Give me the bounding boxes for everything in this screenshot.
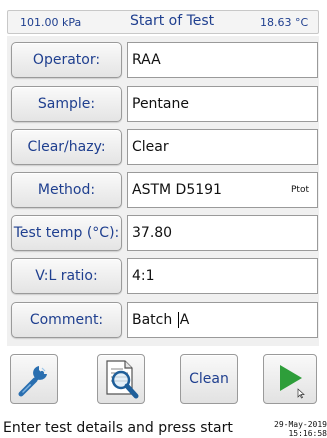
comment-button[interactable]: Comment:: [11, 302, 122, 338]
comment-row: Comment: Batch A: [7, 302, 319, 342]
page-title: Start of Test: [130, 13, 215, 29]
sample-button[interactable]: Sample:: [11, 86, 122, 122]
comment-field[interactable]: Batch A: [127, 302, 318, 338]
comment-value-start: Batch: [132, 312, 177, 328]
report-button[interactable]: [97, 354, 145, 404]
temperature-readout: 18.63 °C: [260, 16, 309, 29]
start-button[interactable]: [263, 354, 317, 404]
method-suffix: Ptot: [291, 185, 309, 195]
clear-hazy-button[interactable]: Clear/hazy:: [11, 129, 122, 165]
vl-ratio-button[interactable]: V:L ratio:: [11, 258, 122, 294]
vl-ratio-field[interactable]: 4:1: [127, 258, 318, 294]
method-row: Method: ASTM D5191 Ptot: [7, 172, 319, 212]
clear-hazy-row: Clear/hazy: Clear: [7, 129, 319, 169]
datetime-readout: 29-May-2019 15:16:58: [269, 420, 327, 438]
method-field[interactable]: ASTM D5191 Ptot: [127, 172, 318, 208]
status-message: Enter test details and press start: [3, 420, 233, 436]
pressure-readout: 101.00 kPa: [20, 16, 82, 29]
comment-value-end: A: [179, 312, 190, 328]
settings-button[interactable]: [10, 354, 58, 404]
date-readout: 29-May-2019: [274, 420, 327, 429]
document-search-icon: [106, 360, 139, 399]
operator-button[interactable]: Operator:: [11, 42, 122, 78]
sample-field[interactable]: Pentane: [127, 86, 318, 122]
app-window: 101.00 kPa Start of Test 18.63 °C Operat…: [0, 0, 327, 438]
text-cursor: [177, 312, 179, 328]
test-temp-row: Test temp (°C): 37.80: [7, 215, 319, 255]
play-icon: [280, 365, 305, 399]
time-readout: 15:16:58: [288, 429, 327, 438]
header-bar: 101.00 kPa Start of Test 18.63 °C: [7, 10, 319, 34]
clean-button[interactable]: Clean: [180, 354, 238, 404]
operator-field[interactable]: RAA: [127, 42, 318, 78]
wrench-icon: [18, 366, 47, 397]
test-temp-button[interactable]: Test temp (°C):: [11, 215, 122, 251]
vl-ratio-row: V:L ratio: 4:1: [7, 258, 319, 298]
test-temp-field[interactable]: 37.80: [127, 215, 318, 251]
mouse-pointer-icon: [297, 388, 305, 399]
sample-row: Sample: Pentane: [7, 86, 319, 126]
method-value: ASTM D5191: [132, 182, 222, 198]
operator-row: Operator: RAA: [7, 42, 319, 82]
test-details-form: Operator: RAA Sample: Pentane Clear/hazy…: [7, 36, 319, 346]
clear-hazy-field[interactable]: Clear: [127, 129, 318, 165]
method-button[interactable]: Method:: [11, 172, 122, 208]
clean-button-label: Clean: [189, 371, 229, 387]
